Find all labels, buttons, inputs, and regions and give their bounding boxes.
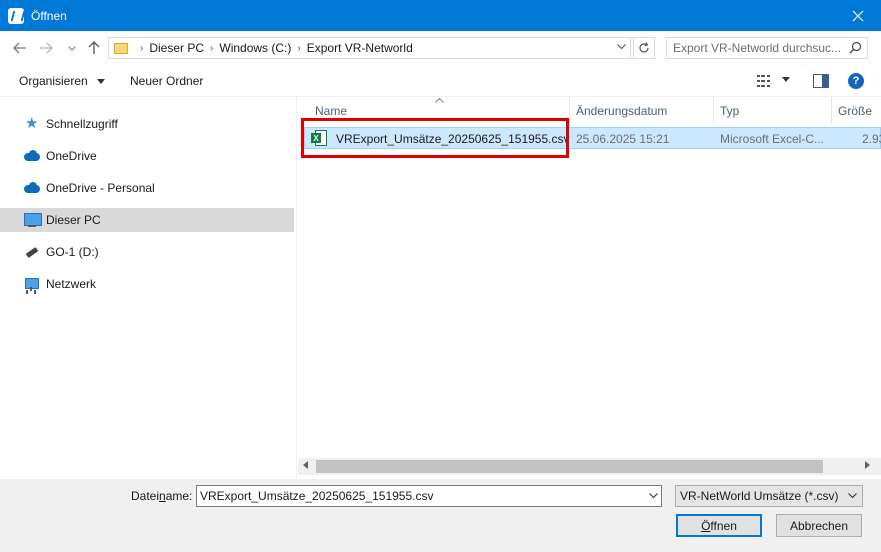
caret-down-icon bbox=[782, 77, 790, 82]
new-folder-button[interactable]: Neuer Ordner bbox=[130, 74, 203, 88]
folder-icon bbox=[114, 42, 128, 54]
preview-pane-icon[interactable] bbox=[813, 74, 829, 88]
breadcrumb-windows-c[interactable]: Windows (C:) bbox=[219, 41, 291, 55]
caret-down-icon bbox=[97, 79, 106, 85]
chevron-down-icon[interactable] bbox=[649, 490, 658, 501]
breadcrumb-separator-icon: › bbox=[140, 42, 144, 54]
arrow-right-icon bbox=[40, 42, 53, 54]
sidebar-item-label: OneDrive - Personal bbox=[46, 181, 155, 195]
breadcrumb-separator-icon: › bbox=[297, 42, 301, 54]
column-header-type[interactable]: Typ bbox=[714, 97, 832, 124]
scroll-left-icon[interactable] bbox=[303, 461, 308, 471]
sidebar-item-onedrive[interactable]: OneDrive bbox=[0, 144, 294, 168]
sidebar-item-dieser-pc[interactable]: Dieser PC bbox=[0, 208, 294, 232]
cloud-icon bbox=[24, 148, 40, 164]
app-icon bbox=[8, 7, 24, 24]
command-toolbar: Organisieren Neuer Ordner ? bbox=[0, 65, 881, 97]
annotation-highlight-box bbox=[301, 118, 569, 158]
sidebar-item-go1-drive[interactable]: GO-1 (D:) bbox=[0, 240, 294, 264]
title-bar: Öffnen bbox=[0, 0, 881, 31]
navigation-row: › Dieser PC › Windows (C:) › Export VR-N… bbox=[0, 31, 881, 65]
chevron-down-icon bbox=[68, 45, 76, 51]
address-bar[interactable]: › Dieser PC › Windows (C:) › Export VR-N… bbox=[108, 37, 631, 59]
chevron-down-icon bbox=[848, 490, 857, 501]
sidebar-item-netzwerk[interactable]: Netzwerk bbox=[0, 272, 294, 296]
file-size: 2.93 bbox=[862, 132, 881, 146]
filename-value: VRExport_Umsätze_20250625_151955.csv bbox=[200, 489, 434, 503]
window-title: Öffnen bbox=[31, 8, 67, 23]
breadcrumb-dieser-pc[interactable]: Dieser PC bbox=[149, 41, 204, 55]
view-dropdown-button[interactable] bbox=[782, 74, 790, 85]
back-button[interactable] bbox=[10, 38, 30, 58]
sidebar-item-label: Netzwerk bbox=[46, 277, 97, 291]
scrollbar-thumb[interactable] bbox=[316, 460, 823, 473]
sidebar-item-label: Schnellzugriff bbox=[46, 117, 118, 131]
up-button[interactable] bbox=[84, 38, 104, 58]
navigation-pane: Schnellzugriff OneDrive OneDrive - Perso… bbox=[0, 97, 297, 479]
filetype-select[interactable]: VR-NetWorld Umsätze (*.csv) bbox=[675, 485, 863, 507]
network-icon bbox=[24, 276, 40, 292]
view-options-icon[interactable] bbox=[757, 74, 773, 88]
filename-label: Dateiname: bbox=[131, 489, 193, 503]
search-icon bbox=[849, 41, 862, 57]
recent-locations-button[interactable] bbox=[62, 38, 82, 58]
cloud-icon bbox=[24, 180, 40, 196]
star-icon bbox=[24, 114, 40, 132]
organize-button[interactable]: Organisieren bbox=[19, 74, 106, 88]
refresh-button[interactable] bbox=[633, 37, 655, 59]
filetype-value: VR-NetWorld Umsätze (*.csv) bbox=[680, 489, 839, 503]
sidebar-item-schnellzugriff[interactable]: Schnellzugriff bbox=[0, 112, 294, 136]
file-type: Microsoft Excel-C... bbox=[720, 132, 825, 146]
search-input[interactable]: Export VR-Networld durchsuc... bbox=[666, 37, 868, 59]
address-dropdown-icon[interactable] bbox=[617, 41, 626, 52]
sidebar-item-label: Dieser PC bbox=[46, 213, 101, 227]
cancel-button[interactable]: Abbrechen bbox=[776, 514, 862, 537]
column-header-date[interactable]: Änderungsdatum bbox=[570, 97, 714, 124]
arrow-left-icon bbox=[13, 42, 26, 54]
filename-input[interactable]: VRExport_Umsätze_20250625_151955.csv bbox=[196, 485, 662, 507]
breadcrumb-separator-icon: › bbox=[210, 42, 214, 54]
file-date: 25.06.2025 15:21 bbox=[576, 132, 670, 146]
usb-drive-icon bbox=[24, 244, 40, 260]
close-button[interactable] bbox=[835, 0, 881, 31]
refresh-icon bbox=[639, 42, 649, 53]
breadcrumb-export-folder[interactable]: Export VR-Networld bbox=[307, 41, 413, 55]
column-header-size[interactable]: Größe bbox=[832, 97, 881, 124]
search-placeholder: Export VR-Networld durchsuc... bbox=[673, 41, 842, 55]
computer-icon bbox=[24, 212, 42, 228]
help-icon[interactable]: ? bbox=[848, 73, 864, 89]
forward-button[interactable] bbox=[36, 38, 56, 58]
open-button[interactable]: Öffnen bbox=[676, 514, 762, 537]
dialog-footer: Dateiname: VRExport_Umsätze_20250625_151… bbox=[0, 479, 881, 552]
sidebar-item-label: GO-1 (D:) bbox=[46, 245, 99, 259]
scroll-right-icon[interactable] bbox=[865, 461, 870, 471]
horizontal-scrollbar[interactable] bbox=[298, 458, 881, 475]
close-icon bbox=[852, 10, 864, 21]
arrow-up-icon bbox=[88, 41, 100, 54]
sidebar-item-label: OneDrive bbox=[46, 149, 97, 163]
organize-label: Organisieren bbox=[19, 74, 88, 88]
sidebar-item-onedrive-personal[interactable]: OneDrive - Personal bbox=[0, 176, 294, 200]
